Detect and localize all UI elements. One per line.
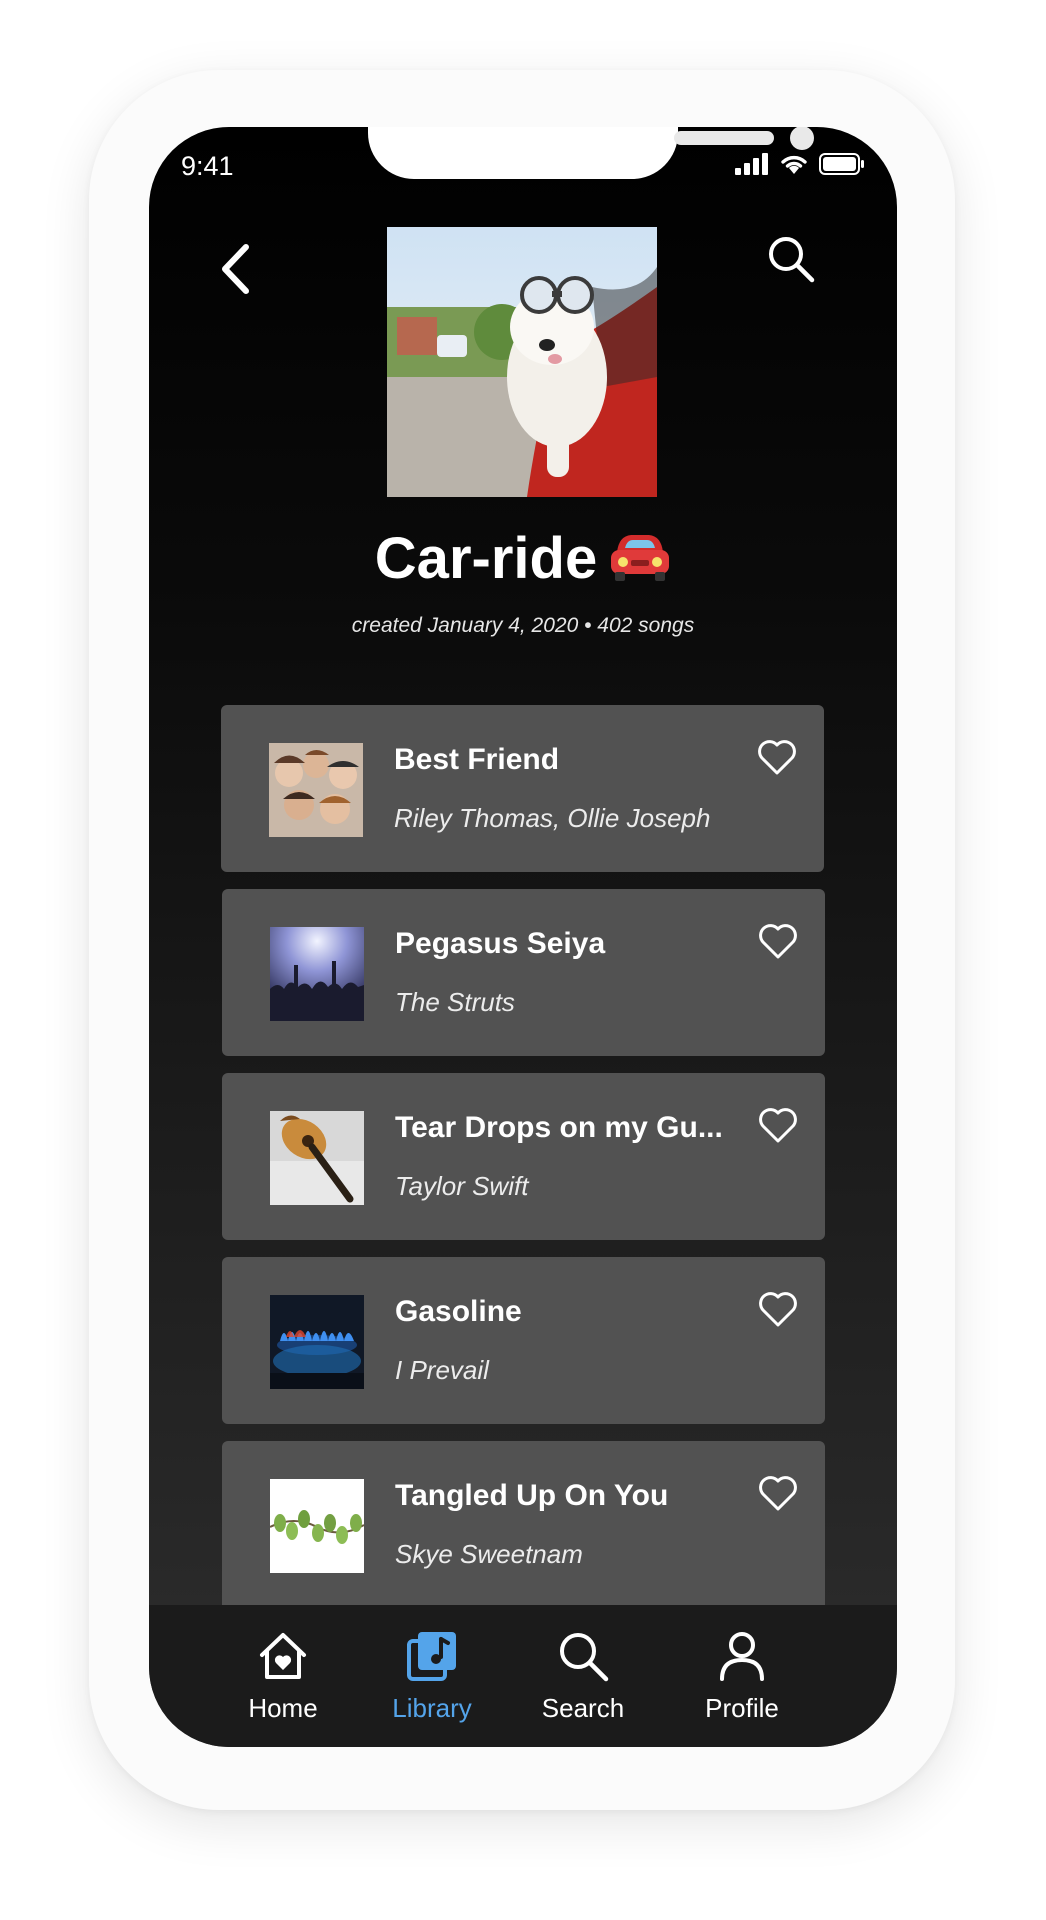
guitar-image — [270, 1111, 364, 1205]
chevron-left-icon — [222, 244, 249, 294]
song-thumbnail — [270, 1295, 364, 1389]
song-artist: Riley Thomas, Ollie Joseph — [394, 803, 711, 833]
song-title: Pegasus Seiya — [395, 927, 606, 960]
song-artist: Skye Sweetnam — [395, 1539, 583, 1569]
back-button[interactable] — [213, 239, 257, 299]
song-title: Gasoline — [395, 1295, 522, 1328]
search-button[interactable] — [761, 229, 821, 289]
song-title: Tangled Up On You — [395, 1479, 669, 1512]
profile-icon — [720, 1632, 764, 1681]
song-thumbnail — [270, 927, 364, 1021]
song-thumbnail — [270, 1111, 364, 1205]
tab-profile[interactable]: Profile — [667, 1629, 817, 1724]
notch — [368, 127, 814, 179]
concert-crowd-image — [270, 927, 364, 1021]
tab-library[interactable]: Library — [357, 1629, 507, 1724]
tab-profile-label: Profile — [705, 1693, 779, 1723]
vine-image — [270, 1479, 364, 1573]
bottom-tab-bar: Home Library Search Profile — [149, 1605, 897, 1747]
playlist-cover — [387, 227, 657, 497]
battery-icon — [819, 153, 864, 175]
wifi-icon — [781, 155, 807, 174]
tab-library-label: Library — [392, 1693, 472, 1723]
speaker-grille — [674, 131, 774, 145]
song-card-tangled-up[interactable]: Tangled Up On You Skye Sweetnam — [222, 1441, 825, 1605]
tab-search-label: Search — [541, 1693, 625, 1723]
search-icon — [769, 237, 815, 283]
heart-icon[interactable] — [757, 1105, 799, 1145]
song-card-gasoline[interactable]: Gasoline I Prevail — [222, 1257, 825, 1424]
status-icons — [735, 153, 865, 175]
gas-flame-image — [270, 1295, 364, 1389]
heart-icon[interactable] — [757, 921, 799, 961]
song-artist: I Prevail — [395, 1355, 489, 1385]
song-title: Tear Drops on my Gu... — [395, 1111, 723, 1144]
library-icon — [407, 1632, 456, 1681]
tab-home[interactable]: Home — [208, 1629, 358, 1724]
playlist-subtitle: created January 4, 2020 • 402 songs — [351, 614, 695, 637]
phone-screen: 9:41 Car-ride created January 4, 2020 • … — [149, 127, 897, 1747]
search-icon — [560, 1633, 609, 1682]
playlist-title: Car-ride — [149, 525, 897, 596]
heart-icon[interactable] — [757, 1289, 799, 1329]
tab-search[interactable]: Search — [508, 1629, 658, 1724]
song-card-best-friend[interactable]: Best Friend Riley Thomas, Ollie Joseph — [221, 705, 824, 872]
dog-in-car-image — [387, 227, 657, 497]
car-emoji-icon — [609, 529, 671, 596]
signal-icon — [735, 153, 768, 175]
song-artist: The Struts — [395, 987, 515, 1017]
status-time: 9:41 — [181, 151, 234, 181]
front-camera — [790, 127, 814, 150]
heart-icon[interactable] — [757, 1473, 799, 1513]
song-card-tear-drops[interactable]: Tear Drops on my Gu... Taylor Swift — [222, 1073, 825, 1240]
song-thumbnail — [269, 743, 363, 837]
tab-home-label: Home — [248, 1693, 318, 1723]
song-card-pegasus-seiya[interactable]: Pegasus Seiya The Struts — [222, 889, 825, 1056]
heart-icon[interactable] — [756, 737, 798, 777]
song-title: Best Friend — [394, 743, 560, 776]
song-artist: Taylor Swift — [395, 1171, 529, 1201]
playlist-title-text: Car-ride — [374, 526, 598, 591]
friends-selfie-image — [269, 743, 363, 837]
song-thumbnail — [270, 1479, 364, 1573]
home-icon — [260, 1633, 306, 1679]
